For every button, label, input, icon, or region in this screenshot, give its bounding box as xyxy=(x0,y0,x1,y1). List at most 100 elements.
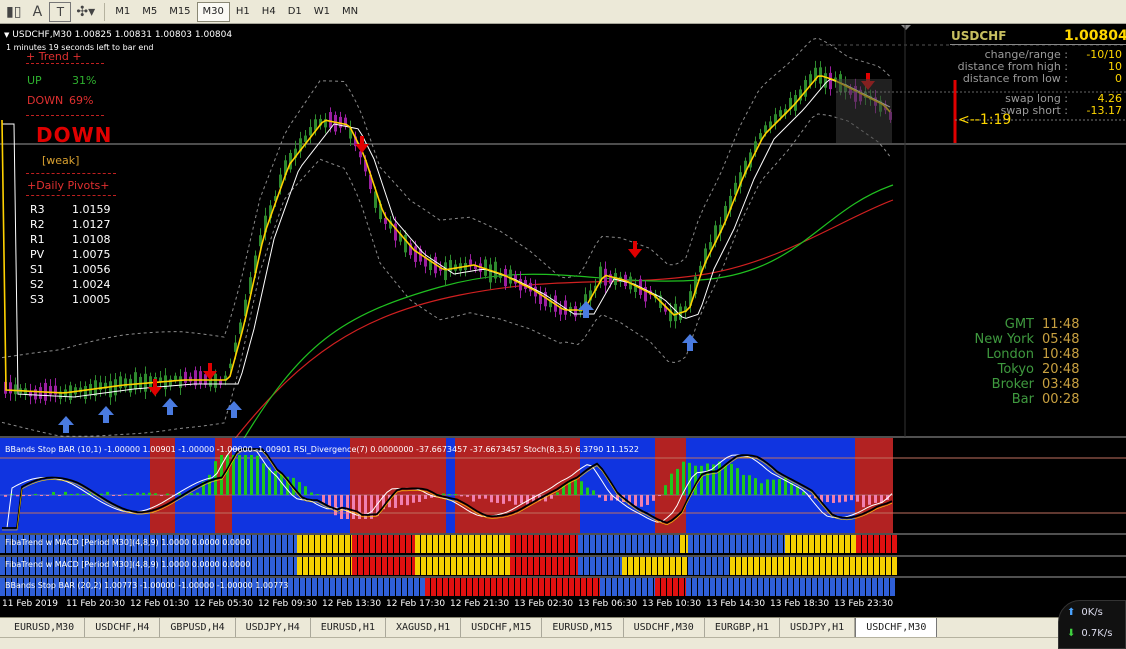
time-axis-label: 12 Feb 17:30 xyxy=(386,599,446,609)
histogram-bar xyxy=(346,495,349,519)
fibatrend-cell xyxy=(618,578,623,596)
buy-arrow-icon xyxy=(58,416,74,433)
histogram-bar xyxy=(406,495,409,506)
histogram-bar xyxy=(862,495,865,508)
fibatrend-cell xyxy=(794,578,799,596)
symbol-dropdown-icon[interactable]: ▼ xyxy=(4,31,9,39)
candle-body xyxy=(14,384,17,395)
fibatrend-cell xyxy=(558,535,563,553)
histogram-bar xyxy=(4,495,7,497)
fibatrend-cell xyxy=(886,557,891,575)
candle-body xyxy=(174,375,177,381)
histogram-bar xyxy=(490,495,493,503)
fibatrend-cell xyxy=(776,578,781,596)
net-download-value: 0.7K/s xyxy=(1081,628,1113,639)
fibatrend-cell xyxy=(324,578,329,596)
histogram-bar xyxy=(730,463,733,495)
fibatrend-cell xyxy=(469,535,474,553)
tab-usdchf-m15[interactable]: USDCHF,M15 xyxy=(461,618,543,637)
chart-candles-icon[interactable]: ▮▯ xyxy=(2,2,25,22)
fibatrend-cell xyxy=(309,535,314,553)
fibatrend-cell xyxy=(303,557,308,575)
fibatrend-cell xyxy=(521,578,526,596)
fibatrend-cell xyxy=(796,557,801,575)
time-axis-label: 13 Feb 10:30 xyxy=(642,599,702,609)
fibatrend-cell xyxy=(788,578,793,596)
fibatrend-cell xyxy=(704,578,709,596)
fibatrend-cell xyxy=(540,557,545,575)
tab-eurgbp-h1[interactable]: EURGBP,H1 xyxy=(705,618,780,637)
tab-usdchf-h4[interactable]: USDCHF,H4 xyxy=(85,618,161,637)
tab-usdchf-m30[interactable]: USDCHF,M30 xyxy=(855,618,938,638)
fibatrend-cell xyxy=(706,557,711,575)
tab-usdjpy-h4[interactable]: USDJPY,H4 xyxy=(236,618,311,637)
candle-body xyxy=(404,234,407,253)
tab-gbpusd-h4[interactable]: GBPUSD,H4 xyxy=(160,618,236,637)
fibatrend-cell xyxy=(270,557,275,575)
tab-eurusd-m30[interactable]: EURUSD,M30 xyxy=(4,618,86,637)
fibatrend-cell xyxy=(667,578,672,596)
fibatrend-cell xyxy=(425,578,430,596)
fibatrend-cell xyxy=(644,535,649,553)
fibatrend-cell xyxy=(469,557,474,575)
text-A-icon[interactable]: A xyxy=(26,2,48,22)
fibatrend-cell xyxy=(414,578,419,596)
fibatrend-cell xyxy=(626,535,631,553)
fibatrend-cell xyxy=(602,557,607,575)
tab-xagusd-h1[interactable]: XAGUSD,H1 xyxy=(386,618,462,637)
price-chart[interactable]: ▼ USDCHF,M30 1.00825 1.00831 1.00803 1.0… xyxy=(0,25,1126,617)
histogram-bar xyxy=(766,479,769,495)
candle-body xyxy=(194,370,197,386)
fibatrend-cell xyxy=(815,535,820,553)
timeframe-mn-button[interactable]: MN xyxy=(336,2,364,22)
timeframe-d1-button[interactable]: D1 xyxy=(282,2,308,22)
fibatrend-cell xyxy=(718,535,723,553)
timeframe-m30-button[interactable]: M30 xyxy=(196,1,230,22)
candle-body xyxy=(574,306,577,317)
fibatrend-cell xyxy=(400,557,405,575)
timeframe-h1-button[interactable]: H1 xyxy=(230,2,256,22)
histogram-bar xyxy=(256,455,259,495)
tab-eurusd-h1[interactable]: EURUSD,H1 xyxy=(311,618,386,637)
pivot-row: R3 1.0159 xyxy=(30,203,111,218)
fibatrend-cell xyxy=(612,578,617,596)
timeframe-w1-button[interactable]: W1 xyxy=(308,2,336,22)
time-axis-label: 11 Feb 2019 xyxy=(2,599,59,609)
fibatrend-cell xyxy=(658,557,663,575)
fibatrend-cell xyxy=(288,578,293,596)
candle-body xyxy=(29,391,32,397)
tab-eurusd-m15[interactable]: EURUSD,M15 xyxy=(542,618,624,637)
histogram-bar xyxy=(850,495,853,501)
fibatrend-cell xyxy=(661,578,666,596)
tab-usdjpy-h1[interactable]: USDJPY,H1 xyxy=(780,618,856,637)
candle-body xyxy=(199,371,202,384)
fibatrend-cell xyxy=(451,535,456,553)
timeframe-m1-button[interactable]: M1 xyxy=(109,2,136,22)
info-price: 1.00804 xyxy=(1064,28,1126,44)
fibatrend-cell xyxy=(638,535,643,553)
histogram-bar xyxy=(778,478,781,495)
fibatrend-cell xyxy=(694,557,699,575)
timeframe-m5-button[interactable]: M5 xyxy=(136,2,163,22)
time-axis-label: 13 Feb 23:30 xyxy=(834,599,894,609)
timeframe-m15-button[interactable]: M15 xyxy=(163,2,196,22)
tab-usdchf-m30[interactable]: USDCHF,M30 xyxy=(624,618,705,637)
fibatrend-cell xyxy=(527,578,532,596)
fibatrend-cell xyxy=(378,578,383,596)
trend-up-value: 31% xyxy=(72,74,97,87)
fibatrend-cell xyxy=(528,557,533,575)
histogram-bar xyxy=(574,479,577,495)
clock-time: 03:48 xyxy=(1042,377,1080,392)
histogram-bar xyxy=(190,493,193,495)
timeframe-h4-button[interactable]: H4 xyxy=(256,2,282,22)
fibatrend-cell xyxy=(770,578,775,596)
chart-tabs: EURUSD,M30 USDCHF,H4 GBPUSD,H4 USDJPY,H4 EUR… xyxy=(0,617,1126,638)
fibatrend-cell xyxy=(632,535,637,553)
objects-icon[interactable]: ✣▾ xyxy=(72,2,99,22)
fibatrend-cell xyxy=(318,578,323,596)
fibatrend-cell xyxy=(851,535,856,553)
histogram-bar xyxy=(310,492,313,495)
fibatrend-cell xyxy=(602,535,607,553)
text-T-icon[interactable]: T xyxy=(49,1,72,22)
fibatrend-cell xyxy=(433,557,438,575)
